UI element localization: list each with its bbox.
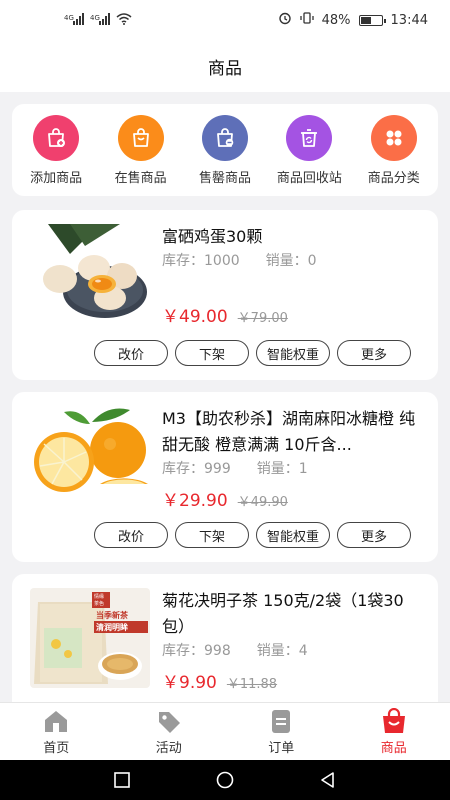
product-price: ￥29.90 xyxy=(162,491,228,511)
signal-icon: 4G xyxy=(90,12,110,28)
product-stock: 库存：1000 xyxy=(162,253,240,269)
category-icon xyxy=(370,114,417,161)
product-card[interactable]: 富硒鸡蛋30颗 库存：1000 销量：0 ￥49.00 ￥79.00 改价 下架 智… xyxy=(12,210,438,380)
product-meta: 库存：1000 销量：0 xyxy=(162,250,317,270)
delist-button[interactable]: 下架 xyxy=(175,522,249,548)
product-title[interactable]: 菊花决明子茶 150克/2袋（1袋30包） xyxy=(162,588,422,640)
bag-icon xyxy=(117,114,164,161)
category-label: 添加商品 xyxy=(30,170,83,186)
category-on-sale[interactable]: 在售商品 xyxy=(100,114,182,186)
product-meta: 库存：998 销量：4 xyxy=(162,640,308,660)
product-sales: 销量：1 xyxy=(256,461,308,477)
product-actions: 改价 下架 智能权重 更多 xyxy=(94,340,411,366)
more-button[interactable]: 更多 xyxy=(337,522,411,548)
product-meta: 库存：999 销量：1 xyxy=(162,458,308,478)
back-icon[interactable] xyxy=(318,770,338,790)
product-old-price: ￥79.00 xyxy=(237,311,288,326)
product-actions: 改价 下架 智能权重 更多 xyxy=(94,522,411,548)
recycle-icon xyxy=(286,114,333,161)
tea-brand-text: 情缘 xyxy=(94,593,104,600)
product-stock: 库存：999 xyxy=(162,461,231,477)
product-image[interactable] xyxy=(30,404,150,504)
clock: 13:44 xyxy=(390,12,428,28)
tab-orders[interactable]: 订单 xyxy=(225,703,338,760)
category-label: 商品分类 xyxy=(367,170,420,186)
product-old-price: ￥11.88 xyxy=(226,677,278,692)
tab-products[interactable]: 商品 xyxy=(338,703,450,760)
product-sales: 销量：0 xyxy=(265,253,317,269)
page-title: 商品 xyxy=(208,58,242,79)
tea-brand-text: 茶色 xyxy=(94,600,104,607)
alarm-icon xyxy=(278,11,292,29)
product-card[interactable]: M3【助农秒杀】湖南麻阳冰糖橙 纯甜无酸 橙意满满 10斤含... 库存：999… xyxy=(12,392,438,562)
product-price-row: ￥29.90 ￥49.90 xyxy=(162,486,288,511)
svg-text:4G: 4G xyxy=(90,14,100,22)
product-stock: 库存：998 xyxy=(162,643,231,659)
tab-label: 首页 xyxy=(43,740,70,756)
category-label: 商品回收站 xyxy=(276,170,342,186)
product-price-row: ￥49.00 ￥79.00 xyxy=(162,302,288,327)
category-add-product[interactable]: 添加商品 xyxy=(15,114,97,186)
recents-icon[interactable] xyxy=(112,770,132,790)
tab-activity[interactable]: 活动 xyxy=(113,703,226,760)
tab-label: 活动 xyxy=(155,740,182,756)
category-label: 在售商品 xyxy=(114,170,167,186)
bottom-tab-bar: 首页 活动 订单 商品 xyxy=(0,702,450,760)
smart-weight-button[interactable]: 智能权重 xyxy=(256,340,330,366)
main-content[interactable]: 添加商品 在售商品 售罄商品 商品回收站 商品分类 富硒鸡蛋30颗 库存：100… xyxy=(0,92,450,702)
svg-text:4G: 4G xyxy=(64,14,74,22)
page-header: 商品 xyxy=(0,40,450,92)
order-icon xyxy=(272,709,291,733)
battery-percent: 48% xyxy=(321,12,351,28)
tea-banner-text: 当季新茶 xyxy=(96,610,129,620)
status-bar: 4G 4G 48% 13:44 xyxy=(0,0,450,40)
product-title[interactable]: M3【助农秒杀】湖南麻阳冰糖橙 纯甜无酸 橙意满满 10斤含... xyxy=(162,406,422,458)
shop-bag-icon xyxy=(382,707,405,733)
bag-plus-icon xyxy=(33,114,80,161)
product-price: ￥9.90 xyxy=(162,673,217,693)
tab-label: 订单 xyxy=(268,740,295,756)
product-price: ￥49.00 xyxy=(162,307,228,327)
product-image[interactable] xyxy=(30,224,150,324)
home-nav-icon[interactable] xyxy=(215,770,235,790)
reprice-button[interactable]: 改价 xyxy=(94,522,168,548)
product-sales: 销量：4 xyxy=(256,643,308,659)
category-card: 添加商品 在售商品 售罄商品 商品回收站 商品分类 xyxy=(12,104,438,196)
category-classification[interactable]: 商品分类 xyxy=(353,114,435,186)
system-nav-bar xyxy=(0,760,450,800)
category-label: 售罄商品 xyxy=(198,170,251,186)
bag-soldout-icon xyxy=(201,114,248,161)
signal-icon: 4G xyxy=(64,12,84,28)
product-image[interactable]: 情缘 茶色 当季新茶 清润明眸 xyxy=(30,588,150,688)
tag-icon xyxy=(158,711,180,733)
category-sold-out[interactable]: 售罄商品 xyxy=(184,114,266,186)
category-recycle-bin[interactable]: 商品回收站 xyxy=(268,114,350,186)
reprice-button[interactable]: 改价 xyxy=(94,340,168,366)
delist-button[interactable]: 下架 xyxy=(175,340,249,366)
smart-weight-button[interactable]: 智能权重 xyxy=(256,522,330,548)
product-title[interactable]: 富硒鸡蛋30颗 xyxy=(162,224,422,250)
product-price-row: ￥9.90 ￥11.88 xyxy=(162,668,277,693)
tab-home[interactable]: 首页 xyxy=(0,703,113,760)
tea-banner-text: 清润明眸 xyxy=(96,622,128,632)
vibrate-icon xyxy=(299,11,314,29)
product-old-price: ￥49.90 xyxy=(237,495,288,510)
product-card[interactable]: 情缘 茶色 当季新茶 清润明眸 菊花决明子茶 150克/2袋（1袋30包） 库存… xyxy=(12,574,438,702)
wifi-icon xyxy=(116,12,132,28)
more-button[interactable]: 更多 xyxy=(337,340,411,366)
home-icon xyxy=(45,710,68,732)
signal-indicators: 4G 4G xyxy=(64,12,132,28)
battery-icon xyxy=(358,14,386,26)
tab-label: 商品 xyxy=(380,740,407,756)
